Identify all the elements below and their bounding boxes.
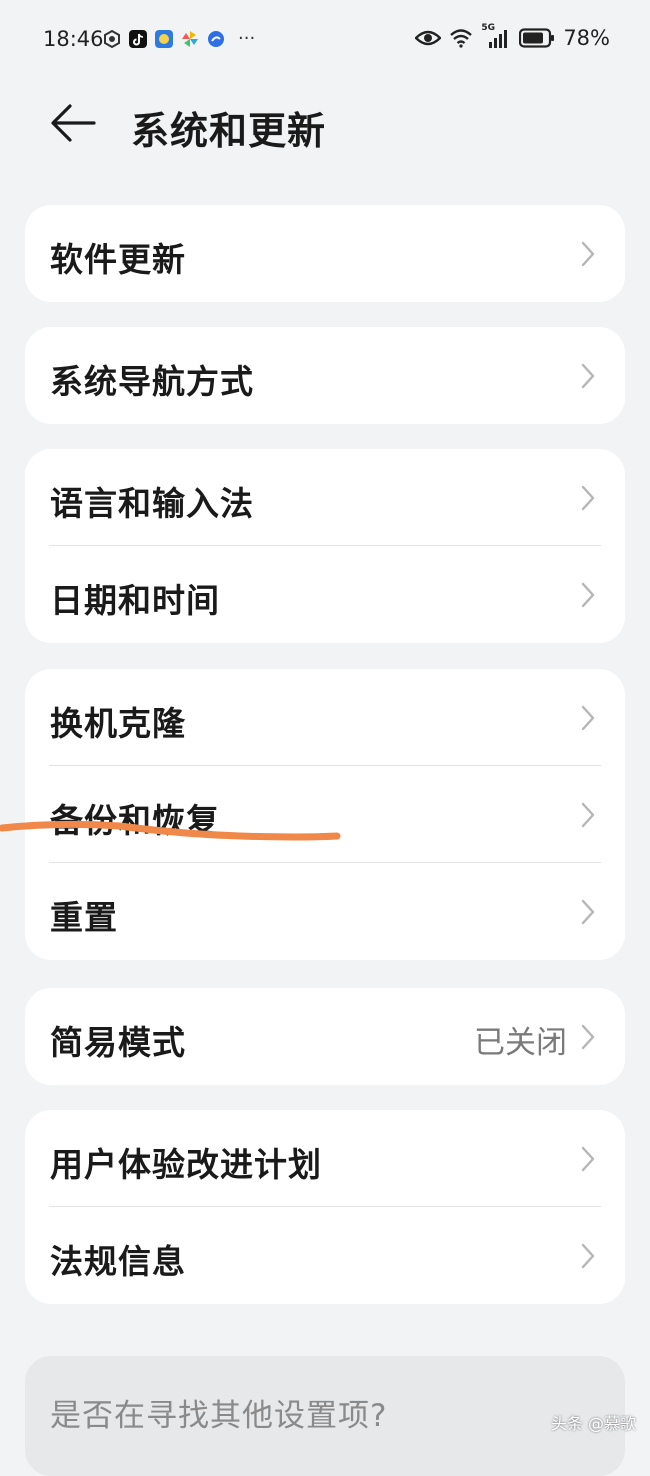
chevron-right-icon bbox=[581, 363, 595, 389]
settings-item-regulatory-info[interactable]: 法规信息 bbox=[25, 1207, 625, 1304]
settings-item-label: 用户体验改进计划 bbox=[50, 1145, 322, 1184]
status-bar: 18:46 ··· 5G 78% bbox=[0, 0, 650, 80]
settings-group-language-time: 语言和输入法 日期和时间 bbox=[25, 449, 625, 643]
chevron-right-icon bbox=[581, 582, 595, 608]
settings-item-label: 语言和输入法 bbox=[50, 484, 254, 523]
settings-item-simple-mode[interactable]: 简易模式 已关闭 bbox=[25, 988, 625, 1085]
system-indicators: 5G 78% bbox=[415, 23, 610, 50]
wifi-icon bbox=[450, 29, 473, 48]
settings-group-navigation: 系统导航方式 bbox=[25, 327, 625, 424]
settings-item-phone-clone[interactable]: 换机克隆 bbox=[25, 669, 625, 766]
watermark: 头条 @慕歌 bbox=[550, 1414, 636, 1433]
blue-app-icon bbox=[208, 31, 224, 47]
chevron-right-icon bbox=[581, 899, 595, 925]
app-header: 系统和更新 bbox=[0, 80, 650, 180]
more-dots-icon: ··· bbox=[238, 28, 256, 49]
battery-percent: 78% bbox=[563, 26, 610, 50]
page-title: 系统和更新 bbox=[131, 109, 327, 153]
settings-group-backup: 换机克隆 备份和恢复 重置 bbox=[25, 669, 625, 960]
back-arrow-icon bbox=[51, 104, 96, 142]
chevron-right-icon bbox=[581, 1243, 595, 1269]
other-settings-label: 是否在寻找其他设置项? bbox=[50, 1398, 388, 1434]
hexagon-app-icon bbox=[104, 29, 120, 49]
settings-item-reset[interactable]: 重置 bbox=[25, 863, 625, 960]
chevron-right-icon bbox=[581, 485, 595, 511]
settings-item-label: 简易模式 bbox=[50, 1023, 186, 1062]
settings-group-update: 软件更新 bbox=[25, 205, 625, 302]
chevron-right-icon bbox=[581, 241, 595, 267]
eye-icon bbox=[415, 30, 442, 46]
notification-icons: ··· bbox=[102, 29, 255, 49]
status-time: 18:46 bbox=[43, 27, 104, 51]
settings-item-value: 已关闭 bbox=[474, 1025, 567, 1061]
other-settings-prompt[interactable]: 是否在寻找其他设置项? bbox=[25, 1356, 625, 1476]
settings-item-date-time[interactable]: 日期和时间 bbox=[25, 546, 625, 643]
settings-item-label: 重置 bbox=[50, 898, 118, 937]
signal-icon: 5G bbox=[481, 23, 511, 49]
chevron-right-icon bbox=[581, 802, 595, 828]
gallery-icon bbox=[155, 30, 173, 48]
settings-item-label: 换机克隆 bbox=[50, 704, 186, 743]
settings-group-simple-mode: 简易模式 已关闭 bbox=[25, 988, 625, 1085]
settings-item-system-navigation[interactable]: 系统导航方式 bbox=[25, 327, 625, 424]
pinwheel-icon bbox=[182, 31, 198, 47]
settings-item-label: 日期和时间 bbox=[50, 581, 220, 620]
settings-item-label: 备份和恢复 bbox=[50, 801, 220, 840]
settings-group-info: 用户体验改进计划 法规信息 bbox=[25, 1110, 625, 1304]
chevron-right-icon bbox=[581, 705, 595, 731]
settings-item-label: 法规信息 bbox=[50, 1242, 186, 1281]
settings-item-backup-restore[interactable]: 备份和恢复 bbox=[25, 766, 625, 863]
settings-item-software-update[interactable]: 软件更新 bbox=[25, 205, 625, 302]
chevron-right-icon bbox=[581, 1024, 595, 1050]
settings-item-language-input[interactable]: 语言和输入法 bbox=[25, 449, 625, 546]
settings-item-user-experience[interactable]: 用户体验改进计划 bbox=[25, 1110, 625, 1207]
battery-icon bbox=[519, 28, 555, 48]
tiktok-icon bbox=[129, 30, 147, 48]
chevron-right-icon bbox=[581, 1146, 595, 1172]
settings-item-label: 软件更新 bbox=[50, 240, 186, 279]
back-button[interactable] bbox=[48, 100, 100, 146]
settings-item-label: 系统导航方式 bbox=[50, 362, 254, 401]
